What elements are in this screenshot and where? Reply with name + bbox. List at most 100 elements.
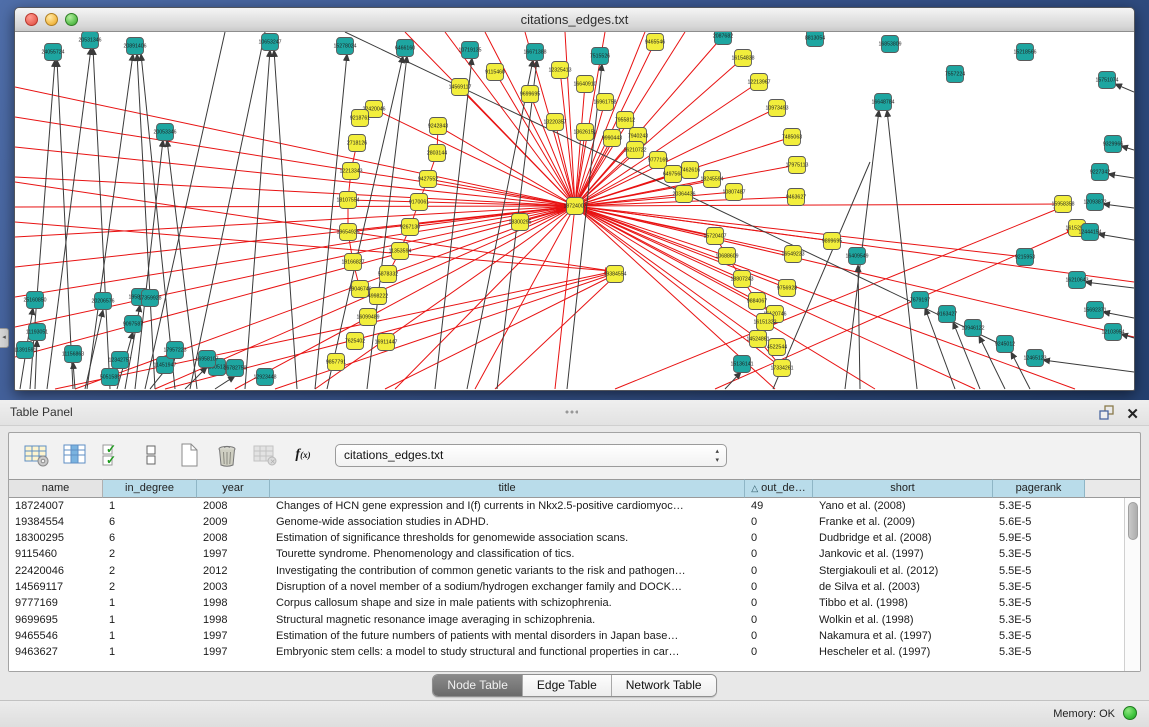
select-all-button[interactable]: ✓✓ (97, 440, 129, 470)
cell-name[interactable]: 9465546 (9, 628, 103, 644)
graph-node[interactable]: 16210643 (1065, 272, 1088, 289)
graph-node[interactable]: 7955812 (615, 112, 635, 129)
cell-out_degree[interactable]: 0 (745, 645, 813, 661)
close-window-button[interactable] (25, 13, 38, 26)
cell-name[interactable]: 9777169 (9, 596, 103, 612)
graph-node[interactable]: 14569117 (449, 79, 472, 96)
graph-node[interactable]: 17975113 (786, 157, 809, 174)
cell-title[interactable]: Genome-wide association studies in ADHD. (270, 514, 745, 530)
graph-node[interactable]: 24055724 (41, 44, 64, 61)
cell-pagerank[interactable]: 5.3E-5 (993, 596, 1085, 612)
cell-title[interactable]: Estimation of significance thresholds fo… (270, 531, 745, 547)
graph-node[interactable]: 9163427 (937, 306, 957, 323)
graph-node[interactable]: 15278024 (333, 38, 356, 55)
graph-node[interactable]: 13626151 (573, 124, 596, 141)
graph-node[interactable]: 16409549 (845, 248, 868, 265)
graph-node[interactable]: 18245594 (700, 171, 723, 188)
cell-in_degree[interactable]: 1 (103, 498, 197, 514)
cell-year[interactable]: 2009 (197, 514, 270, 530)
cell-in_degree[interactable]: 1 (103, 645, 197, 661)
graph-node[interactable]: 9215953 (1015, 249, 1035, 266)
graph-node[interactable]: 9097587 (123, 316, 143, 333)
cell-pagerank[interactable]: 5.6E-5 (993, 514, 1085, 530)
graph-edge[interactable] (530, 94, 575, 206)
graph-node[interactable]: 20206576 (91, 293, 114, 310)
cell-out_degree[interactable]: 0 (745, 563, 813, 579)
graph-node[interactable]: 11353594 (389, 243, 412, 260)
clear-selection-button[interactable] (135, 440, 167, 470)
graph-node[interactable]: 9245012 (995, 336, 1015, 353)
graph-edge[interactable] (1103, 204, 1134, 208)
cell-year[interactable]: 1997 (197, 645, 270, 661)
graph-node[interactable]: 9899695 (822, 233, 842, 250)
graph-node[interactable]: 18724007 (563, 198, 586, 215)
graph-node[interactable]: 9699695 (520, 86, 540, 103)
column-header-year[interactable]: year (197, 479, 270, 498)
graph-node[interactable]: 17334261 (770, 360, 793, 377)
cell-title[interactable]: Disruption of a novel member of a sodium… (270, 579, 745, 595)
graph-node[interactable]: 9857791 (326, 354, 346, 371)
graph-edge[interactable] (190, 32, 265, 389)
close-panel-icon[interactable]: ✕ (1126, 407, 1139, 423)
graph-node[interactable]: 7485063 (782, 129, 802, 146)
graph-edge[interactable] (15, 177, 575, 206)
cell-title[interactable]: Estimation of the future numbers of pati… (270, 628, 745, 644)
graph-node[interactable]: 16154838 (731, 50, 754, 67)
table-row[interactable]: 2242004622012Investigating the contribut… (9, 563, 1124, 579)
cell-year[interactable]: 1998 (197, 596, 270, 612)
cell-short[interactable]: Nakamura et al. (1997) (813, 628, 993, 644)
graph-node[interactable]: 16671388 (523, 44, 546, 61)
graph-node[interactable]: 10807487 (722, 184, 745, 201)
cell-pagerank[interactable]: 5.3E-5 (993, 547, 1085, 563)
graph-node[interactable]: 16640910 (573, 76, 596, 93)
graph-edge[interactable] (15, 87, 575, 206)
maximize-window-button[interactable] (65, 13, 78, 26)
graph-node[interactable]: 4998222 (368, 288, 388, 305)
graph-node[interactable]: 11156863 (62, 346, 84, 363)
graph-node[interactable]: 7515526 (590, 48, 610, 65)
cell-title[interactable]: Corpus callosum shape and size in male p… (270, 596, 745, 612)
table-row[interactable]: 911546021997Tourette syndrome. Phenomeno… (9, 547, 1124, 563)
cell-pagerank[interactable]: 5.9E-5 (993, 531, 1085, 547)
cell-short[interactable]: Jankovic et al. (1997) (813, 547, 993, 563)
graph-node[interactable]: 7557224 (945, 66, 965, 83)
graph-node[interactable]: 12342757 (108, 352, 131, 369)
graph-edge[interactable] (1103, 312, 1134, 318)
cell-in_degree[interactable]: 2 (103, 563, 197, 579)
graph-node[interactable]: 10946122 (961, 320, 984, 337)
graph-node[interactable]: 9463627 (786, 189, 806, 206)
cell-name[interactable]: 18300295 (9, 531, 103, 547)
graph-node[interactable]: 12465123 (1023, 350, 1046, 367)
cell-in_degree[interactable]: 1 (103, 612, 197, 628)
graph-node[interactable]: 12103954 (1101, 324, 1124, 341)
graph-node[interactable]: 16210722 (623, 142, 646, 159)
graph-node[interactable]: 16549233 (781, 246, 804, 263)
cell-name[interactable]: 9699695 (9, 612, 103, 628)
cell-in_degree[interactable]: 6 (103, 531, 197, 547)
graph-node[interactable]: 16151322 (753, 314, 776, 331)
graph-node[interactable]: 9267130 (400, 219, 420, 236)
graph-node[interactable]: 12213967 (747, 74, 770, 91)
graph-edge[interactable] (185, 367, 207, 389)
cell-pagerank[interactable]: 5.3E-5 (993, 612, 1085, 628)
graph-edge[interactable] (315, 54, 347, 389)
cell-out_degree[interactable]: 0 (745, 579, 813, 595)
graph-node[interactable]: 8813054 (805, 32, 825, 47)
graph-edge[interactable] (15, 206, 575, 237)
show-columns-button[interactable] (59, 440, 91, 470)
cell-name[interactable]: 9115460 (9, 547, 103, 563)
graph-node[interactable]: 17359928 (138, 290, 161, 307)
graph-node[interactable]: 12213343 (339, 163, 362, 180)
graph-node[interactable]: 2087682 (713, 32, 733, 45)
cell-short[interactable]: Stergiakouli et al. (2012) (813, 563, 993, 579)
graph-node[interactable]: 20364436 (672, 186, 695, 203)
cell-short[interactable]: Dudbridge et al. (2008) (813, 531, 993, 547)
cell-pagerank[interactable]: 5.3E-5 (993, 645, 1085, 661)
graph-node[interactable]: 9218761 (350, 110, 370, 127)
cell-out_degree[interactable]: 0 (745, 514, 813, 530)
float-panel-icon[interactable] (1098, 404, 1114, 425)
column-header-pagerank[interactable]: pagerank (993, 479, 1085, 498)
graph-node[interactable]: 10973493 (765, 100, 788, 117)
new-file-button[interactable] (173, 440, 205, 470)
graph-node[interactable]: 7679197 (910, 292, 930, 309)
